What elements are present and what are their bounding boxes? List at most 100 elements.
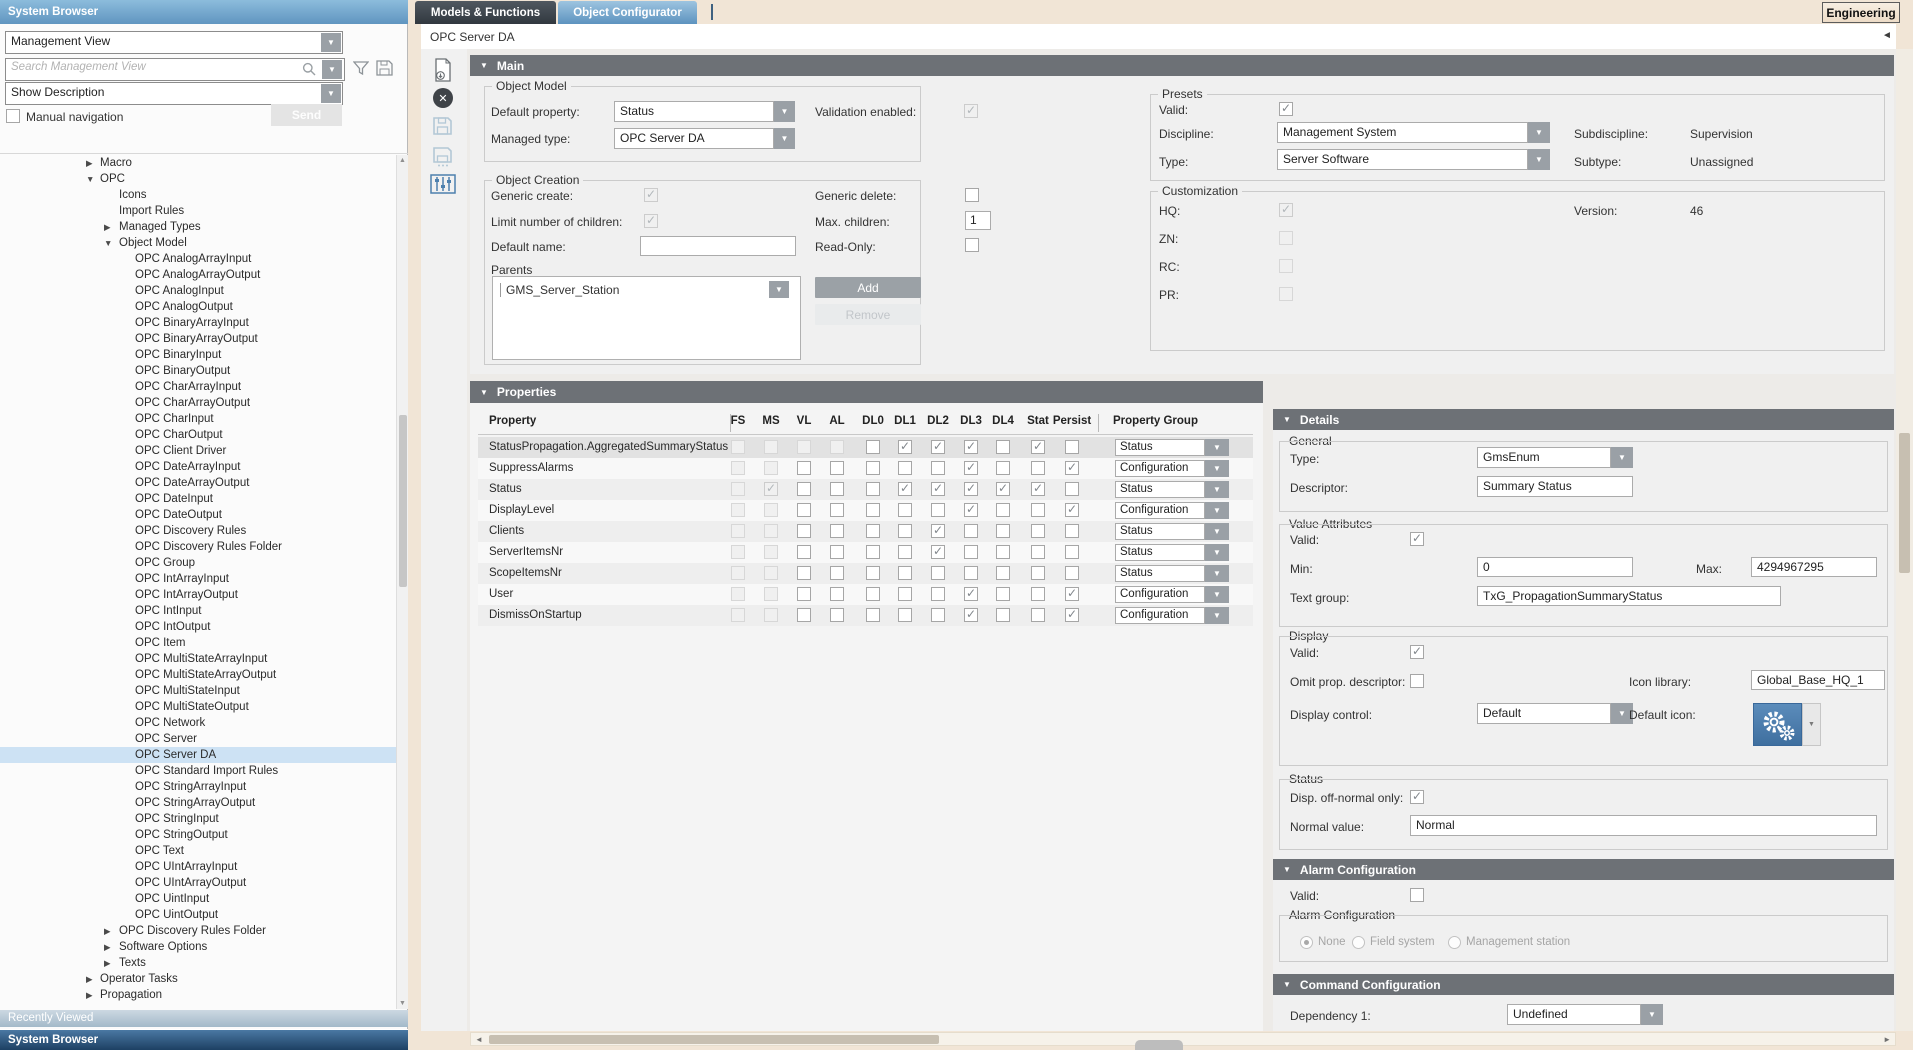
checkbox-dl1[interactable] bbox=[898, 587, 912, 601]
property-group-dropdown-icon[interactable] bbox=[1205, 502, 1229, 519]
tree-item-opc-analogarrayinput[interactable]: OPC AnalogArrayInput bbox=[0, 251, 396, 267]
checkbox-dl0[interactable] bbox=[866, 608, 880, 622]
checkbox-al[interactable] bbox=[830, 461, 844, 475]
managed-type-dropdown-icon[interactable] bbox=[774, 128, 795, 149]
column-header-fs[interactable]: FS bbox=[731, 415, 746, 427]
system-browser-bottom-bar[interactable]: System Browser bbox=[0, 1029, 408, 1050]
max-children-input[interactable]: 1 bbox=[965, 211, 991, 230]
hq-checkbox[interactable] bbox=[1279, 203, 1293, 217]
tree-item-opc-datearrayinput[interactable]: OPC DateArrayInput bbox=[0, 459, 396, 475]
checkbox-stat[interactable] bbox=[1031, 608, 1045, 622]
tree-item-import-rules[interactable]: Import Rules bbox=[0, 203, 396, 219]
tree-item-opc-server-da[interactable]: OPC Server DA bbox=[0, 747, 396, 763]
checkbox-dl0[interactable] bbox=[866, 503, 880, 517]
recently-viewed-bar[interactable]: Recently Viewed bbox=[0, 1010, 408, 1027]
tree-item-opc-server[interactable]: OPC Server bbox=[0, 731, 396, 747]
search-dropdown-icon[interactable] bbox=[322, 60, 342, 79]
property-group-dropdown-icon[interactable] bbox=[1205, 586, 1229, 603]
collapse-panel-icon[interactable]: ◄ bbox=[1882, 30, 1892, 41]
checkbox-vl[interactable] bbox=[797, 482, 811, 496]
tree-item-opc-analoginput[interactable]: OPC AnalogInput bbox=[0, 283, 396, 299]
property-group-select[interactable]: Configuration bbox=[1115, 586, 1205, 603]
checkbox-dl4[interactable] bbox=[996, 440, 1010, 454]
column-header-dl0[interactable]: DL0 bbox=[862, 415, 884, 427]
tree-item-opc-multistateinput[interactable]: OPC MultiStateInput bbox=[0, 683, 396, 699]
horizontal-scrollbar[interactable]: ◄ ► bbox=[470, 1032, 1896, 1046]
property-group-dropdown-icon[interactable] bbox=[1205, 439, 1229, 456]
alarm-option-management-station-radio[interactable] bbox=[1448, 936, 1461, 949]
checkbox-dl2[interactable] bbox=[931, 587, 945, 601]
validation-enabled-checkbox[interactable] bbox=[964, 104, 978, 118]
new-object-icon[interactable] bbox=[433, 58, 453, 82]
checkbox-fs[interactable] bbox=[731, 482, 745, 496]
checkbox-vl[interactable] bbox=[797, 440, 811, 454]
checkbox-persist[interactable] bbox=[1065, 482, 1079, 496]
tree-item-macro[interactable]: ▶Macro bbox=[0, 155, 396, 171]
checkbox-dl0[interactable] bbox=[866, 440, 880, 454]
collapse-section-icon[interactable]: ▼ bbox=[480, 388, 488, 397]
checkbox-dl3[interactable] bbox=[964, 566, 978, 580]
search-icon[interactable] bbox=[302, 62, 316, 76]
checkbox-vl[interactable] bbox=[797, 566, 811, 580]
tree-item-opc-chararrayinput[interactable]: OPC CharArrayInput bbox=[0, 379, 396, 395]
engineering-mode-button[interactable]: Engineering bbox=[1822, 2, 1900, 23]
scroll-right-icon[interactable]: ► bbox=[1883, 1035, 1891, 1044]
checkbox-dl1[interactable] bbox=[898, 440, 912, 454]
display-control-select[interactable]: Default bbox=[1477, 703, 1611, 724]
alarm-option-none-radio[interactable] bbox=[1300, 936, 1313, 949]
type-select[interactable]: Server Software bbox=[1277, 149, 1528, 170]
tree-item-opc-text[interactable]: OPC Text bbox=[0, 843, 396, 859]
tree-item-opc-multistateoutput[interactable]: OPC MultiStateOutput bbox=[0, 699, 396, 715]
tree-item-opc-intarrayinput[interactable]: OPC IntArrayInput bbox=[0, 571, 396, 587]
checkbox-al[interactable] bbox=[830, 608, 844, 622]
settings-sliders-icon[interactable] bbox=[430, 174, 456, 194]
remove-parent-button[interactable]: Remove bbox=[815, 304, 921, 325]
checkbox-dl2[interactable] bbox=[931, 608, 945, 622]
column-header-dl3[interactable]: DL3 bbox=[960, 415, 982, 427]
tree-item-opc-group[interactable]: OPC Group bbox=[0, 555, 396, 571]
checkbox-stat[interactable] bbox=[1031, 566, 1045, 580]
collapsed-expander-icon[interactable]: ▶ bbox=[104, 219, 111, 235]
tree-scrollbar-thumb[interactable] bbox=[399, 415, 407, 587]
tree-item-opc-stringoutput[interactable]: OPC StringOutput bbox=[0, 827, 396, 843]
tree-item-opc-intoutput[interactable]: OPC IntOutput bbox=[0, 619, 396, 635]
tree-item-opc-uintarrayinput[interactable]: OPC UIntArrayInput bbox=[0, 859, 396, 875]
tree-item-opc-uintinput[interactable]: OPC UintInput bbox=[0, 891, 396, 907]
taskbar-handle[interactable] bbox=[1135, 1040, 1183, 1050]
zn-checkbox[interactable] bbox=[1279, 231, 1293, 245]
tree-item-managed-types[interactable]: ▶Managed Types bbox=[0, 219, 396, 235]
default-property-dropdown-icon[interactable] bbox=[774, 101, 795, 122]
view-selector-dropdown-icon[interactable] bbox=[321, 33, 341, 52]
right-scrollbar[interactable] bbox=[1896, 49, 1913, 1031]
tree-item-opc-standard-import-rules[interactable]: OPC Standard Import Rules bbox=[0, 763, 396, 779]
property-group-select[interactable]: Status bbox=[1115, 523, 1205, 540]
checkbox-persist[interactable] bbox=[1065, 566, 1079, 580]
alarm-option-management-station-label[interactable]: Management station bbox=[1466, 936, 1570, 948]
property-group-select[interactable]: Status bbox=[1115, 439, 1205, 456]
tree-item-opc-item[interactable]: OPC Item bbox=[0, 635, 396, 651]
main-section-header[interactable]: ▼ Main bbox=[470, 55, 1894, 76]
column-header-property-group[interactable]: Property Group bbox=[1113, 415, 1198, 427]
discipline-dropdown-icon[interactable] bbox=[1528, 122, 1550, 143]
checkbox-persist[interactable] bbox=[1065, 545, 1079, 559]
tree-item-opc-binaryoutput[interactable]: OPC BinaryOutput bbox=[0, 363, 396, 379]
normal-value-input[interactable]: Normal bbox=[1410, 815, 1877, 836]
tree-item-icons[interactable]: Icons bbox=[0, 187, 396, 203]
text-group-input[interactable]: TxG_PropagationSummaryStatus bbox=[1477, 586, 1781, 606]
parents-item[interactable]: GMS_Server_Station bbox=[506, 283, 619, 297]
checkbox-dl0[interactable] bbox=[866, 461, 880, 475]
tree-item-opc-network[interactable]: OPC Network bbox=[0, 715, 396, 731]
checkbox-vl[interactable] bbox=[797, 461, 811, 475]
tree-item-opc-analogoutput[interactable]: OPC AnalogOutput bbox=[0, 299, 396, 315]
tree-item-opc-charinput[interactable]: OPC CharInput bbox=[0, 411, 396, 427]
right-scrollbar-thumb[interactable] bbox=[1899, 433, 1910, 573]
display-valid-checkbox[interactable] bbox=[1410, 645, 1424, 659]
default-icon-dropdown[interactable]: ▼ bbox=[1802, 703, 1821, 746]
checkbox-stat[interactable] bbox=[1031, 482, 1045, 496]
collapse-section-icon[interactable]: ▼ bbox=[1283, 415, 1291, 424]
dependency1-dropdown-icon[interactable] bbox=[1641, 1004, 1663, 1025]
checkbox-stat[interactable] bbox=[1031, 524, 1045, 538]
alarm-option-field-system-label[interactable]: Field system bbox=[1370, 936, 1435, 948]
checkbox-stat[interactable] bbox=[1031, 461, 1045, 475]
tree-item-opc-stringarrayoutput[interactable]: OPC StringArrayOutput bbox=[0, 795, 396, 811]
